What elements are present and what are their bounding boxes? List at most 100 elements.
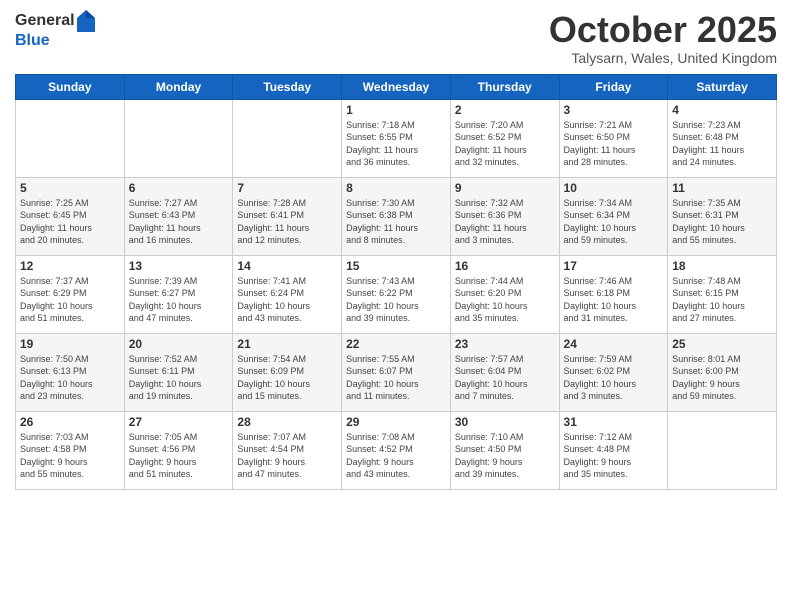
day-info: Sunrise: 7:27 AM Sunset: 6:43 PM Dayligh…	[129, 197, 229, 247]
week-row-2: 5Sunrise: 7:25 AM Sunset: 6:45 PM Daylig…	[16, 177, 777, 255]
table-cell: 14Sunrise: 7:41 AM Sunset: 6:24 PM Dayli…	[233, 255, 342, 333]
day-info: Sunrise: 7:44 AM Sunset: 6:20 PM Dayligh…	[455, 275, 555, 325]
table-cell: 11 Sunrise: 7:35 AM Sunset: 6:31 PM Dayli…	[668, 177, 777, 255]
day-info: Sunrise: 7:59 AM Sunset: 6:02 PM Dayligh…	[564, 353, 664, 403]
day-number: 23	[455, 337, 555, 351]
day-number: 17	[564, 259, 664, 273]
table-cell: 15 Sunrise: 7:43 AM Sunset: 6:22 PM Dayli…	[342, 255, 451, 333]
table-cell: 24 Sunrise: 7:59 AM Sunset: 6:02 PM Dayli…	[559, 333, 668, 411]
day-info: Sunrise: 8:01 AM Sunset: 6:00 PM Dayligh…	[672, 353, 772, 403]
table-cell	[16, 99, 125, 177]
day-info: Sunrise: 7:18 AM Sunset: 6:55 PM Dayligh…	[346, 119, 446, 169]
table-cell: 30 Sunrise: 7:10 AM Sunset: 4:50 PM Dayli…	[450, 411, 559, 489]
day-number: 22	[346, 337, 446, 351]
day-info: Sunrise: 7:12 AM Sunset: 4:48 PM Dayligh…	[564, 431, 664, 481]
logo-general: General	[15, 12, 75, 30]
location: Talysarn, Wales, United Kingdom	[549, 50, 777, 66]
day-info: Sunrise: 7:48 AM Sunset: 6:15 PM Dayligh…	[672, 275, 772, 325]
day-number: 11	[672, 181, 772, 195]
day-number: 12	[20, 259, 120, 273]
day-info: Sunrise: 7:57 AM Sunset: 6:04 PM Dayligh…	[455, 353, 555, 403]
day-number: 1	[346, 103, 446, 117]
day-number: 19	[20, 337, 120, 351]
table-cell: 23 Sunrise: 7:57 AM Sunset: 6:04 PM Dayli…	[450, 333, 559, 411]
col-tuesday: Tuesday	[233, 74, 342, 99]
day-info: Sunrise: 7:41 AM Sunset: 6:24 PM Dayligh…	[237, 275, 337, 325]
day-info: Sunrise: 7:30 AM Sunset: 6:38 PM Dayligh…	[346, 197, 446, 247]
table-cell: 13 Sunrise: 7:39 AM Sunset: 6:27 PM Dayli…	[124, 255, 233, 333]
table-cell: 8 Sunrise: 7:30 AM Sunset: 6:38 PM Daylig…	[342, 177, 451, 255]
day-info: Sunrise: 7:54 AM Sunset: 6:09 PM Dayligh…	[237, 353, 337, 403]
title-section: October 2025 Talysarn, Wales, United Kin…	[549, 10, 777, 66]
day-number: 31	[564, 415, 664, 429]
day-info: Sunrise: 7:55 AM Sunset: 6:07 PM Dayligh…	[346, 353, 446, 403]
calendar: Sunday Monday Tuesday Wednesday Thursday…	[15, 74, 777, 490]
day-number: 2	[455, 103, 555, 117]
day-info: Sunrise: 7:05 AM Sunset: 4:56 PM Dayligh…	[129, 431, 229, 481]
logo-text: General Blue	[15, 10, 95, 50]
week-row-1: 1 Sunrise: 7:18 AM Sunset: 6:55 PM Daylig…	[16, 99, 777, 177]
table-cell: 29 Sunrise: 7:08 AM Sunset: 4:52 PM Dayli…	[342, 411, 451, 489]
table-cell: 7 Sunrise: 7:28 AM Sunset: 6:41 PM Daylig…	[233, 177, 342, 255]
day-number: 16	[455, 259, 555, 273]
day-info: Sunrise: 7:08 AM Sunset: 4:52 PM Dayligh…	[346, 431, 446, 481]
logo-icon	[77, 10, 95, 32]
table-cell: 31 Sunrise: 7:12 AM Sunset: 4:48 PM Dayli…	[559, 411, 668, 489]
day-number: 26	[20, 415, 120, 429]
table-cell: 22 Sunrise: 7:55 AM Sunset: 6:07 PM Dayli…	[342, 333, 451, 411]
logo: General Blue	[15, 10, 95, 50]
table-cell: 25 Sunrise: 8:01 AM Sunset: 6:00 PM Dayli…	[668, 333, 777, 411]
day-number: 25	[672, 337, 772, 351]
week-row-4: 19 Sunrise: 7:50 AM Sunset: 6:13 PM Dayli…	[16, 333, 777, 411]
header: General Blue October 2025 Talysarn, Wale…	[15, 10, 777, 66]
day-info: Sunrise: 7:25 AM Sunset: 6:45 PM Dayligh…	[20, 197, 120, 247]
day-number: 8	[346, 181, 446, 195]
table-cell: 6 Sunrise: 7:27 AM Sunset: 6:43 PM Daylig…	[124, 177, 233, 255]
month-title: October 2025	[549, 10, 777, 50]
table-cell: 10 Sunrise: 7:34 AM Sunset: 6:34 PM Dayli…	[559, 177, 668, 255]
logo-blue: Blue	[15, 32, 95, 50]
day-number: 4	[672, 103, 772, 117]
day-number: 15	[346, 259, 446, 273]
day-info: Sunrise: 7:37 AM Sunset: 6:29 PM Dayligh…	[20, 275, 120, 325]
day-info: Sunrise: 7:28 AM Sunset: 6:41 PM Dayligh…	[237, 197, 337, 247]
day-number: 30	[455, 415, 555, 429]
col-sunday: Sunday	[16, 74, 125, 99]
day-info: Sunrise: 7:43 AM Sunset: 6:22 PM Dayligh…	[346, 275, 446, 325]
day-info: Sunrise: 7:34 AM Sunset: 6:34 PM Dayligh…	[564, 197, 664, 247]
table-cell: 17 Sunrise: 7:46 AM Sunset: 6:18 PM Dayli…	[559, 255, 668, 333]
day-info: Sunrise: 7:07 AM Sunset: 4:54 PM Dayligh…	[237, 431, 337, 481]
table-cell: 27Sunrise: 7:05 AM Sunset: 4:56 PM Dayli…	[124, 411, 233, 489]
table-cell	[668, 411, 777, 489]
day-info: Sunrise: 7:35 AM Sunset: 6:31 PM Dayligh…	[672, 197, 772, 247]
day-number: 29	[346, 415, 446, 429]
page-container: General Blue October 2025 Talysarn, Wale…	[0, 0, 792, 500]
day-number: 28	[237, 415, 337, 429]
table-cell: 5Sunrise: 7:25 AM Sunset: 6:45 PM Daylig…	[16, 177, 125, 255]
day-info: Sunrise: 7:03 AM Sunset: 4:58 PM Dayligh…	[20, 431, 120, 481]
col-monday: Monday	[124, 74, 233, 99]
table-cell	[233, 99, 342, 177]
day-info: Sunrise: 7:32 AM Sunset: 6:36 PM Dayligh…	[455, 197, 555, 247]
calendar-header-row: Sunday Monday Tuesday Wednesday Thursday…	[16, 74, 777, 99]
col-friday: Friday	[559, 74, 668, 99]
day-number: 7	[237, 181, 337, 195]
day-number: 10	[564, 181, 664, 195]
day-info: Sunrise: 7:20 AM Sunset: 6:52 PM Dayligh…	[455, 119, 555, 169]
day-number: 3	[564, 103, 664, 117]
day-number: 24	[564, 337, 664, 351]
day-number: 6	[129, 181, 229, 195]
day-number: 18	[672, 259, 772, 273]
table-cell: 9Sunrise: 7:32 AM Sunset: 6:36 PM Daylig…	[450, 177, 559, 255]
day-info: Sunrise: 7:21 AM Sunset: 6:50 PM Dayligh…	[564, 119, 664, 169]
day-number: 13	[129, 259, 229, 273]
table-cell: 28 Sunrise: 7:07 AM Sunset: 4:54 PM Dayli…	[233, 411, 342, 489]
day-info: Sunrise: 7:39 AM Sunset: 6:27 PM Dayligh…	[129, 275, 229, 325]
table-cell: 19 Sunrise: 7:50 AM Sunset: 6:13 PM Dayli…	[16, 333, 125, 411]
week-row-5: 26 Sunrise: 7:03 AM Sunset: 4:58 PM Dayli…	[16, 411, 777, 489]
week-row-3: 12 Sunrise: 7:37 AM Sunset: 6:29 PM Dayli…	[16, 255, 777, 333]
day-info: Sunrise: 7:50 AM Sunset: 6:13 PM Dayligh…	[20, 353, 120, 403]
day-info: Sunrise: 7:46 AM Sunset: 6:18 PM Dayligh…	[564, 275, 664, 325]
day-info: Sunrise: 7:10 AM Sunset: 4:50 PM Dayligh…	[455, 431, 555, 481]
table-cell: 1 Sunrise: 7:18 AM Sunset: 6:55 PM Daylig…	[342, 99, 451, 177]
